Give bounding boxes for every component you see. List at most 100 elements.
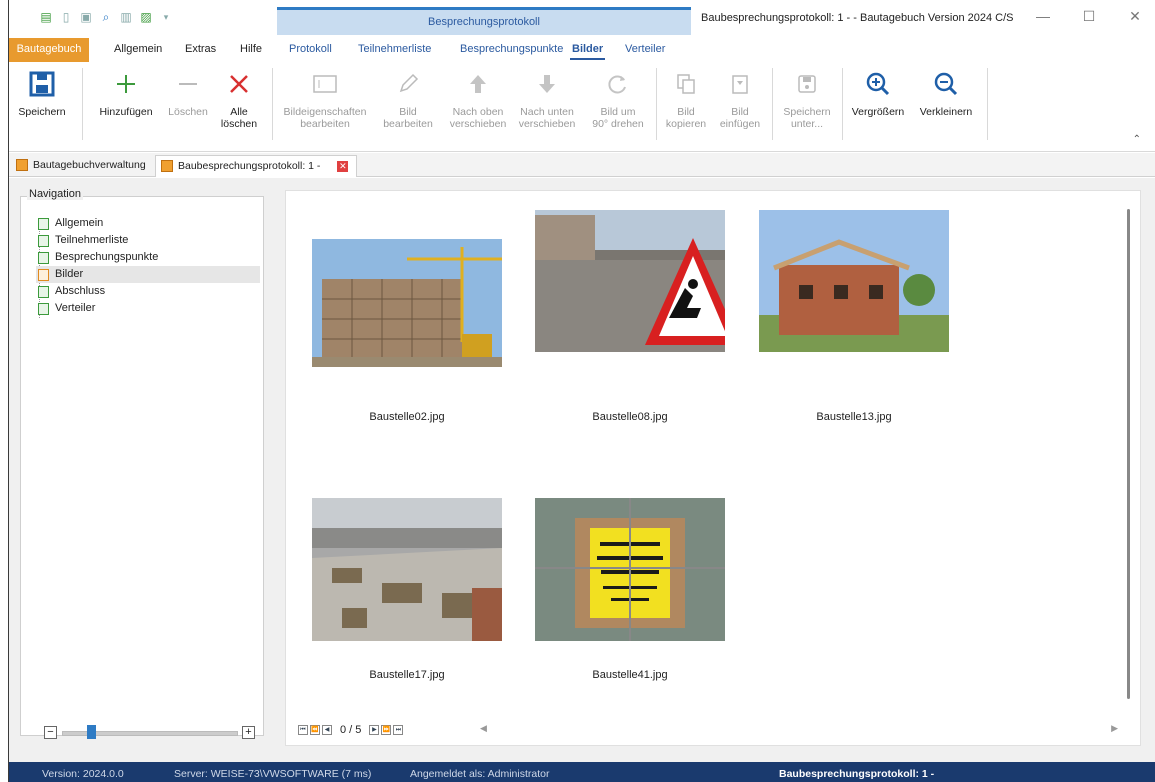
doctab-bautagebuchverwaltung[interactable]: Bautagebuchverwaltung: [11, 155, 154, 177]
nav-item-teilnehmerliste[interactable]: Teilnehmerliste: [36, 232, 260, 249]
document-tabs: Bautagebuchverwaltung Baubesprechungspro…: [9, 153, 1155, 177]
tab-bilder[interactable]: Bilder: [562, 38, 613, 62]
maximize-icon[interactable]: ☐: [1079, 8, 1099, 25]
verkleinern-button[interactable]: Verkleinern: [914, 66, 978, 146]
zoom-slider-bar: − +: [44, 725, 258, 741]
page-icon: [38, 303, 49, 315]
bildeigenschaften-button[interactable]: Bildeigenschaften bearbeiten: [277, 66, 373, 146]
save-icon[interactable]: ▣: [79, 10, 93, 24]
window-title: Baubesprechungsprotokoll: 1 - - Bautageb…: [701, 12, 1014, 24]
bild-einfuegen-button[interactable]: Bild einfügen: [715, 66, 765, 146]
next-block-icon[interactable]: ⏩: [381, 725, 392, 735]
ribbon-separator: [842, 68, 843, 140]
tab-allgemein[interactable]: Allgemein: [104, 38, 172, 62]
loeschen-button[interactable]: Löschen: [163, 66, 213, 146]
navigation-legend: Navigation: [27, 188, 83, 200]
prev-block-icon[interactable]: ⏪: [310, 725, 320, 735]
nav-item-allgemein[interactable]: Allgemein: [36, 215, 260, 232]
collapse-ribbon-icon[interactable]: ⌃: [1133, 134, 1141, 145]
image-caption: Baustelle08.jpg: [592, 411, 668, 423]
nav-item-verteiler[interactable]: Verteiler: [36, 300, 260, 317]
search-icon[interactable]: ⌕: [99, 10, 113, 24]
application-window: ▤ ▯ ▣ ⌕ ▥ ▨ ▾ Besprechungsprotokoll Baub…: [9, 0, 1155, 782]
nach-unten-button[interactable]: Nach unten verschieben: [515, 66, 579, 146]
prev-page-icon[interactable]: ◀: [322, 725, 332, 735]
thumbnail-construction-crane: [312, 239, 502, 367]
new-document-icon[interactable]: ▯: [59, 10, 73, 24]
main-area: Navigation Allgemein Teilnehmerliste Bes…: [9, 178, 1155, 762]
ribbon: Speichern Hinzufügen Löschen Alle löschen…: [9, 62, 1155, 152]
thumbnail-roadwork-sign: [535, 210, 725, 352]
close-icon[interactable]: ✕: [1125, 8, 1145, 25]
zoom-slider-thumb[interactable]: [87, 725, 96, 739]
page-icon: [38, 218, 49, 230]
nav-item-besprechungspunkte[interactable]: Besprechungspunkte: [36, 249, 260, 266]
minimize-icon[interactable]: —: [1033, 8, 1053, 24]
tab-protokoll[interactable]: Protokoll: [279, 38, 342, 62]
close-tab-icon[interactable]: ✕: [337, 161, 349, 172]
tab-teilnehmerliste[interactable]: Teilnehmerliste: [348, 38, 441, 62]
scroll-left-icon[interactable]: ◀: [480, 723, 487, 734]
page-icon: [38, 235, 49, 247]
zoom-minus-button[interactable]: −: [44, 726, 57, 739]
zoom-in-icon: [866, 72, 890, 96]
pencil-icon: [399, 73, 419, 93]
image-caption: Baustelle17.jpg: [369, 669, 445, 681]
quick-access-toolbar: ▤ ▯ ▣ ⌕ ▥ ▨ ▾: [39, 10, 173, 24]
hinzufuegen-button[interactable]: Hinzufügen: [93, 66, 159, 146]
speichern-unter-button[interactable]: Speichern unter...: [779, 66, 835, 146]
status-document: Baubesprechungsprotokoll: 1 -: [779, 768, 935, 780]
image-caption: Baustelle41.jpg: [592, 669, 668, 681]
document-icon: [161, 160, 173, 172]
nav-item-bilder[interactable]: Bilder: [36, 266, 260, 283]
image-caption: Baustelle02.jpg: [369, 411, 445, 423]
thumbnail-aerial-site: [312, 498, 502, 641]
tab-hilfe[interactable]: Hilfe: [230, 38, 272, 62]
speichern-button[interactable]: Speichern: [13, 66, 71, 146]
drehen-button[interactable]: Bild um 90° drehen: [585, 66, 651, 146]
nav-item-abschluss[interactable]: Abschluss: [36, 283, 260, 300]
nach-oben-button[interactable]: Nach oben verschieben: [447, 66, 509, 146]
tab-verteiler[interactable]: Verteiler: [615, 38, 675, 62]
image-gallery: Baustelle02.jpg Baustelle08.jpg Baustell…: [285, 190, 1141, 746]
vergroessern-button[interactable]: Vergrößern: [847, 66, 909, 146]
delete-icon: [230, 75, 248, 93]
pager: ⏮ ⏪ ◀ 0 / 5 ▶ ⏩ ⏭: [298, 723, 404, 737]
tab-bautagebuch[interactable]: Bautagebuch: [9, 38, 89, 62]
vertical-scrollbar[interactable]: [1127, 209, 1130, 699]
navigation-tree: Allgemein Teilnehmerliste Besprechungspu…: [36, 215, 260, 317]
bild-bearbeiten-button[interactable]: Bild bearbeiten: [379, 66, 437, 146]
ribbon-separator: [656, 68, 657, 140]
thumbnail-warning-notice: [535, 498, 725, 641]
image-properties-icon: [313, 75, 337, 93]
ribbon-separator: [772, 68, 773, 140]
save-icon: [29, 71, 55, 97]
copy-icon: [677, 74, 695, 94]
scroll-right-icon[interactable]: ▶: [1111, 723, 1118, 734]
context-tab-group-label: Besprechungsprotokoll: [277, 7, 691, 35]
next-page-icon[interactable]: ▶: [369, 725, 380, 735]
app-icon: ▤: [40, 10, 52, 24]
plus-icon: [117, 75, 135, 93]
status-server: Server: WEISE-73\VWSOFTWARE (7 ms): [174, 768, 372, 780]
ribbon-separator: [82, 68, 83, 140]
document-icon: [16, 159, 28, 171]
ribbon-tabs: Bautagebuch Allgemein Extras Hilfe Proto…: [9, 38, 1155, 62]
zoom-plus-button[interactable]: +: [242, 726, 255, 739]
rotate-icon: [608, 75, 626, 94]
save-as-icon: [798, 75, 816, 93]
ribbon-separator: [987, 68, 988, 140]
image-caption: Baustelle13.jpg: [816, 411, 892, 423]
tab-extras[interactable]: Extras: [175, 38, 226, 62]
last-page-icon[interactable]: ⏭: [393, 725, 404, 735]
tab-besprechungspunkte[interactable]: Besprechungspunkte: [450, 38, 573, 62]
doctab-baubesprechungsprotokoll[interactable]: Baubesprechungsprotokoll: 1 - ✕: [155, 155, 358, 177]
bild-kopieren-button[interactable]: Bild kopieren: [661, 66, 711, 146]
customize-dropdown-icon[interactable]: ▾: [159, 10, 173, 24]
zoom-out-icon: [934, 72, 958, 96]
ribbon-separator: [272, 68, 273, 140]
alle-loeschen-button[interactable]: Alle löschen: [217, 66, 261, 146]
clipboard-icon[interactable]: ▥: [119, 10, 133, 24]
first-page-icon[interactable]: ⏮: [298, 725, 308, 735]
export-icon[interactable]: ▨: [139, 10, 153, 24]
